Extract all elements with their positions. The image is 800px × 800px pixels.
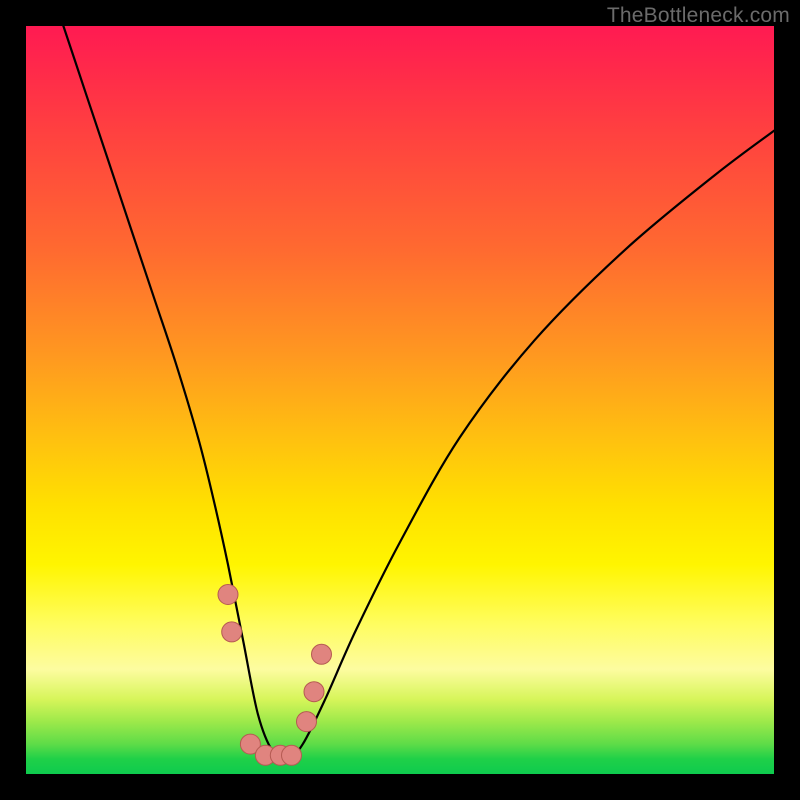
marker-layer [218, 585, 332, 766]
data-marker [282, 745, 302, 765]
data-marker [218, 585, 238, 605]
data-marker [222, 622, 242, 642]
plot-area [26, 26, 774, 774]
watermark-text: TheBottleneck.com [607, 4, 790, 28]
curve-layer [63, 26, 774, 759]
bottleneck-curve [63, 26, 774, 759]
data-marker [297, 712, 317, 732]
data-marker [312, 644, 332, 664]
chart-frame: TheBottleneck.com [0, 0, 800, 800]
chart-svg [26, 26, 774, 774]
data-marker [304, 682, 324, 702]
